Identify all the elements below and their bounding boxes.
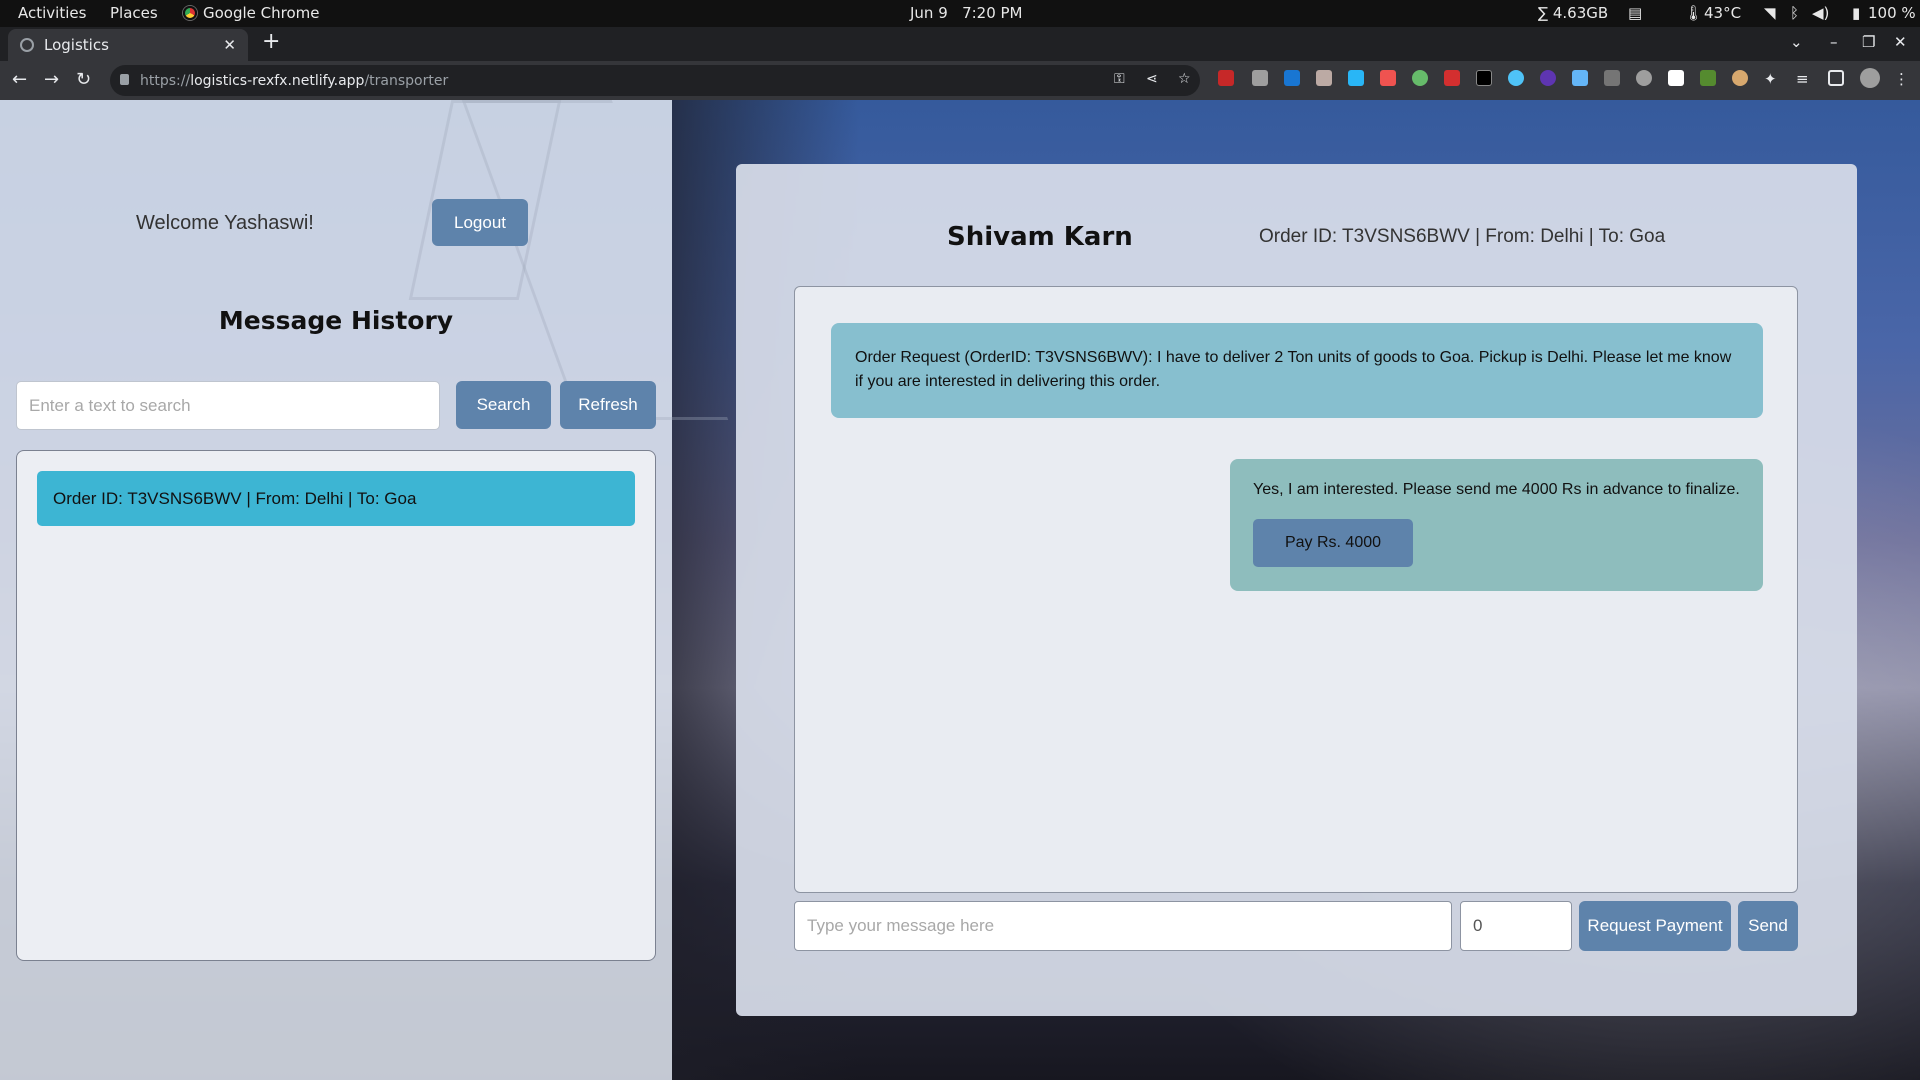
search-input[interactable] [16,381,440,430]
message-input[interactable] [794,901,1452,951]
share-icon[interactable]: ⋖ [1146,71,1158,87]
request-payment-button[interactable]: Request Payment [1579,901,1731,951]
places-menu[interactable]: Places [110,4,158,22]
bluetooth-icon[interactable]: ᛒ [1790,4,1799,22]
tab-logistics[interactable]: Logistics ✕ [8,29,248,61]
message-thread: Order Request (OrderID: T3VSNS6BWV): I h… [794,286,1798,893]
forward-icon[interactable]: → [44,69,59,90]
wifi-icon[interactable]: ◥ [1764,4,1776,22]
extension-icon[interactable] [1636,70,1652,86]
close-window-icon[interactable]: ✕ [1894,33,1907,51]
url-host: logistics-rexfx.netlify.app [190,72,365,89]
message-history-title: Message History [218,306,454,335]
welcome-text: Welcome Yashaswi! [136,212,314,234]
ublock-extension-icon[interactable] [1218,70,1234,86]
key-icon[interactable]: ⚿ [1114,71,1125,87]
message-history-list: Order ID: T3VSNS6BWV | From: Delhi | To:… [16,450,656,961]
restore-icon[interactable]: ❐ [1862,33,1875,51]
history-list-item[interactable]: Order ID: T3VSNS6BWV | From: Delhi | To:… [37,471,635,526]
extension-icon[interactable] [1732,70,1748,86]
outgoing-message: Yes, I am interested. Please send me 400… [1230,459,1763,591]
reading-list-icon[interactable]: ≡ [1796,70,1812,88]
browser-menu-icon[interactable]: ⋮ [1894,70,1910,88]
clipboard-icon[interactable]: ▤ [1628,4,1642,22]
app-name: Google Chrome [203,4,320,22]
clock-time: 7:20 PM [962,4,1023,22]
contact-name: Shivam Karn [947,222,1133,252]
tab-strip: Logistics ✕ [0,27,1920,61]
side-panel-icon[interactable] [1828,70,1844,86]
skype-extension-icon[interactable] [1284,70,1300,86]
app-menu[interactable]: Google Chrome [183,4,320,22]
extension-icon[interactable] [1444,70,1460,86]
chat-panel: Shivam Karn Order ID: T3VSNS6BWV | From:… [736,164,1857,1016]
volume-icon[interactable]: ◀) [1812,4,1829,22]
battery-indicator: 100 % [1868,4,1916,22]
order-summary: Order ID: T3VSNS6BWV | From: Delhi | To:… [1259,226,1666,247]
globe-icon [20,38,34,52]
page-viewport: Welcome Yashaswi! Logout Message History… [0,100,1920,1080]
temperature-indicator: 43°C [1704,4,1742,22]
thermometer-icon: 🌡 [1684,4,1704,22]
extension-icon[interactable] [1316,70,1332,86]
extension-icon[interactable] [1252,70,1268,86]
amount-input[interactable] [1460,901,1572,951]
activities-button[interactable]: Activities [18,4,86,22]
logout-button[interactable]: Logout [432,199,528,246]
memory-indicator: ∑ 4.63GB [1538,4,1609,22]
search-button[interactable]: Search [456,381,551,429]
translate-extension-icon[interactable] [1572,70,1588,86]
send-button[interactable]: Send [1738,901,1798,951]
browser-toolbar: ← → ↻ https://logistics-rexfx.netlify.ap… [0,61,1920,100]
url-scheme: https:// [140,72,191,89]
pocket-extension-icon[interactable] [1380,70,1396,86]
youtube-extension-icon[interactable] [1476,70,1492,86]
extension-icon[interactable] [1348,70,1364,86]
address-bar[interactable]: https://logistics-rexfx.netlify.app/tran… [110,65,1200,96]
react-devtools-icon[interactable] [1508,70,1524,86]
pay-button[interactable]: Pay Rs. 4000 [1253,519,1413,567]
reload-icon[interactable]: ↻ [76,69,91,90]
refresh-button[interactable]: Refresh [560,381,656,429]
extension-icon[interactable] [1604,70,1620,86]
extension-icon[interactable] [1668,70,1684,86]
sidebar-panel: Welcome Yashaswi! Logout Message History… [0,100,729,1080]
extension-icon[interactable] [1412,70,1428,86]
tab-search-icon[interactable]: ⌄ [1790,33,1803,51]
new-tab-icon[interactable]: + [262,31,280,53]
incoming-message: Order Request (OrderID: T3VSNS6BWV): I h… [831,323,1763,418]
clock[interactable]: Jun 9 7:20 PM [910,4,1023,22]
lock-icon [120,74,129,85]
profile-avatar[interactable] [1860,68,1880,88]
chrome-icon [183,6,197,20]
extension-icon[interactable] [1700,70,1716,86]
system-top-bar: Activities Places Google Chrome Jun 9 7:… [0,0,1920,27]
battery-icon[interactable]: ▮ [1852,4,1860,22]
outgoing-message-text: Yes, I am interested. Please send me 400… [1253,481,1740,498]
extensions-puzzle-icon[interactable]: ✦ [1764,70,1780,88]
url-path: /transporter [364,72,449,89]
bookmark-star-icon[interactable]: ☆ [1178,71,1191,87]
minimize-icon[interactable]: – [1830,33,1838,51]
tab-title: Logistics [44,36,109,54]
close-tab-icon[interactable]: ✕ [223,36,236,54]
extension-icon[interactable] [1540,70,1556,86]
back-icon[interactable]: ← [12,69,27,90]
clock-date: Jun 9 [910,4,948,22]
